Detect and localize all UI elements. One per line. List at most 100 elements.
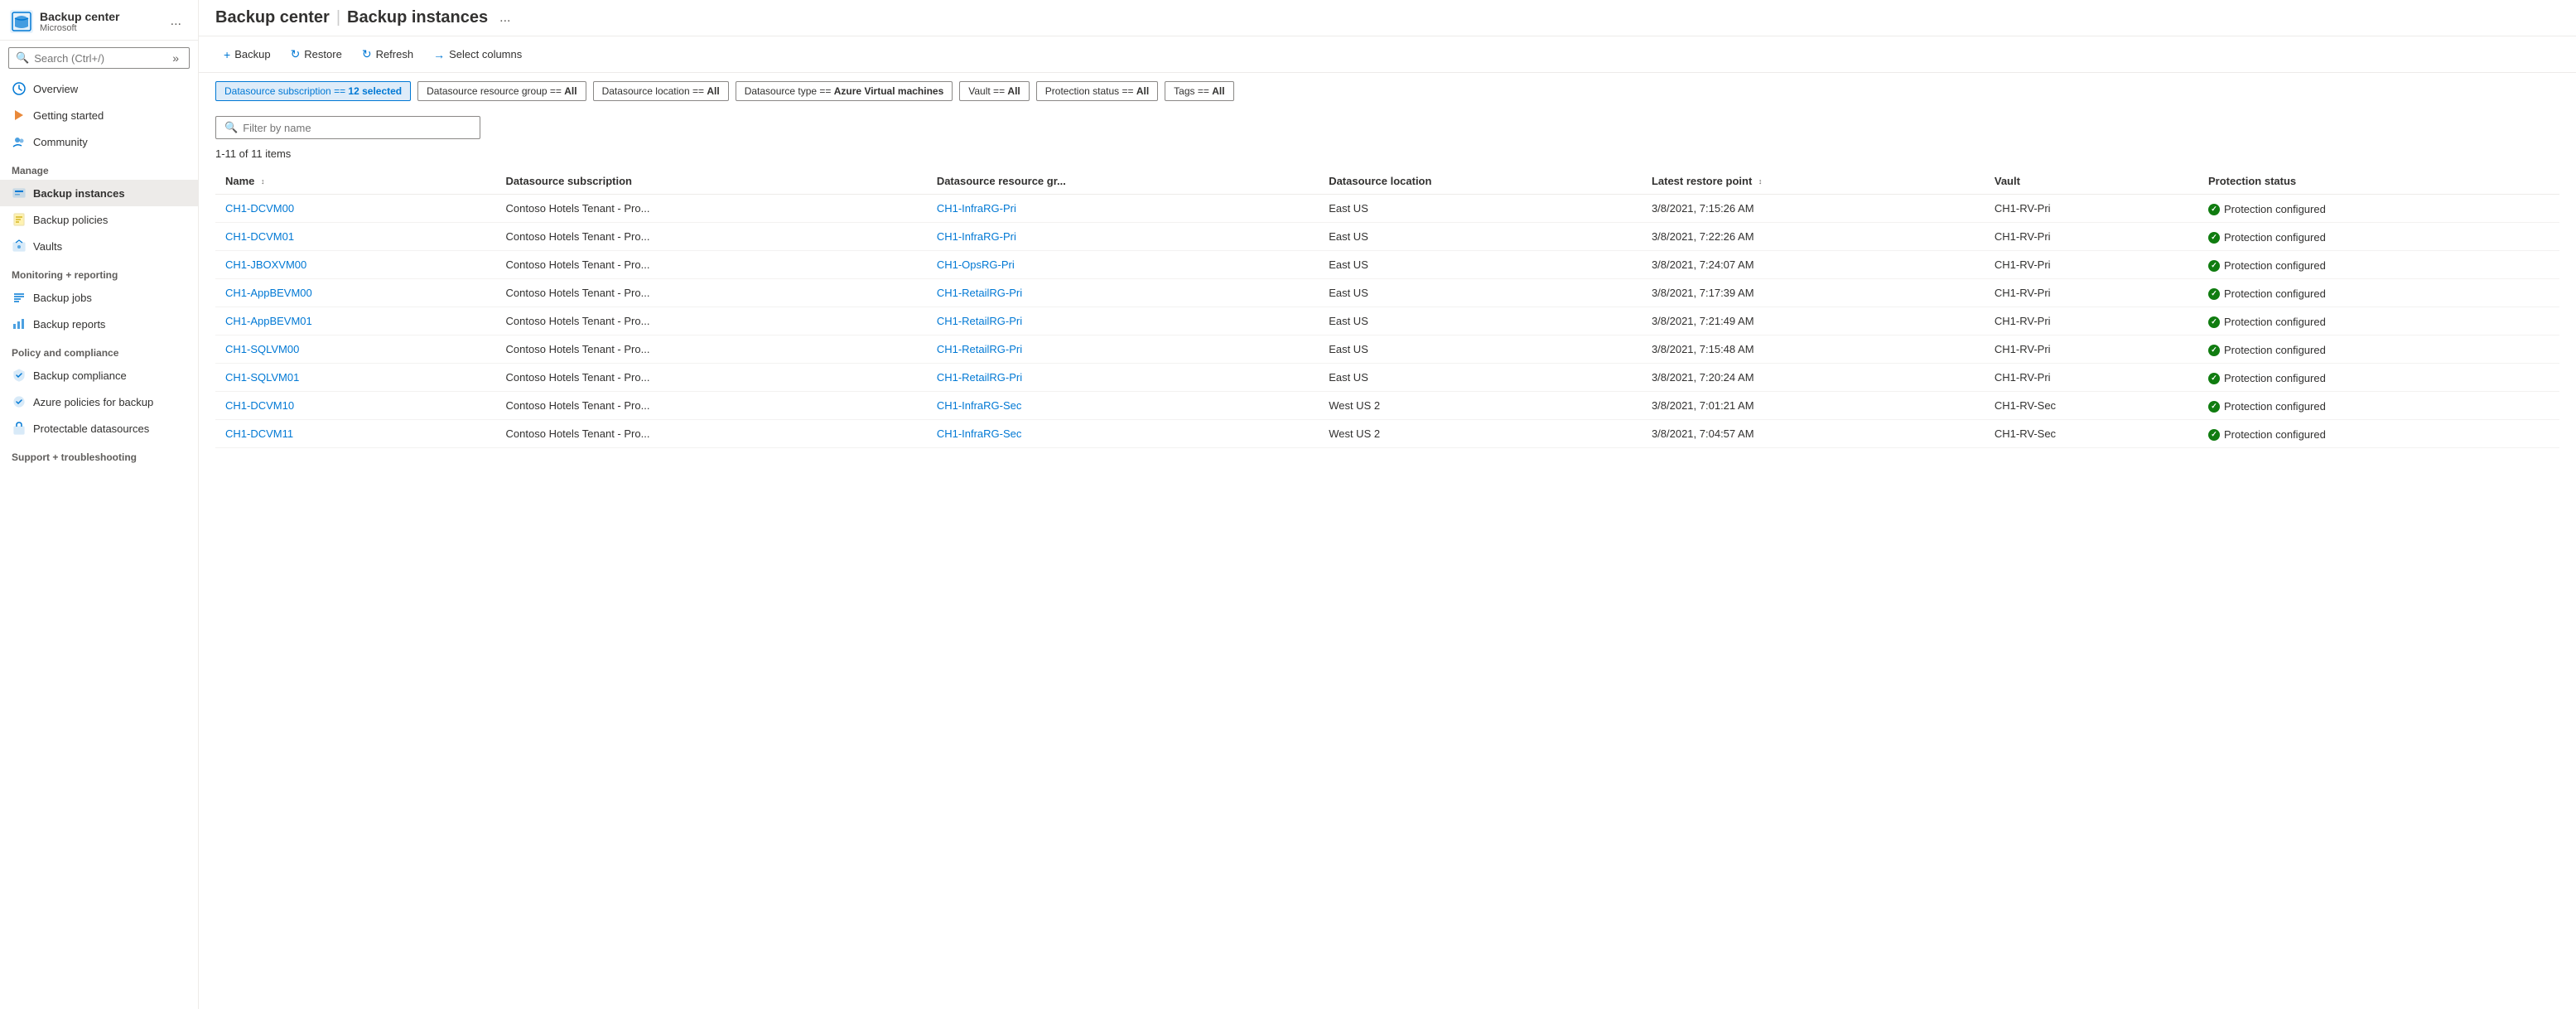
- cell-name[interactable]: CH1-DCVM00: [215, 195, 496, 223]
- cell-datasource-rg[interactable]: CH1-RetailRG-Pri: [927, 307, 1319, 336]
- restore-button[interactable]: ↻ Restore: [282, 43, 350, 65]
- cell-latest-restore: 3/8/2021, 7:20:24 AM: [1642, 364, 1985, 392]
- cell-name[interactable]: CH1-AppBEVM00: [215, 279, 496, 307]
- status-label: Protection configured: [2224, 428, 2326, 441]
- cell-name[interactable]: CH1-AppBEVM01: [215, 307, 496, 336]
- sidebar-item-backup-jobs[interactable]: Backup jobs: [0, 284, 198, 311]
- cell-latest-restore: 3/8/2021, 7:01:21 AM: [1642, 392, 1985, 420]
- filter-chip-vault[interactable]: Vault == All: [959, 81, 1030, 101]
- sidebar-item-backup-policies[interactable]: Backup policies: [0, 206, 198, 233]
- sidebar-title-group: Backup center Microsoft: [40, 10, 161, 33]
- sidebar-item-getting-started[interactable]: Getting started: [0, 102, 198, 128]
- filter-input-container[interactable]: 🔍: [215, 116, 480, 139]
- sidebar-item-backup-instances[interactable]: Backup instances: [0, 180, 198, 206]
- filter-chip-text: Protection status == All: [1045, 85, 1149, 97]
- select-columns-button[interactable]: → Select columns: [425, 44, 530, 65]
- cell-name[interactable]: CH1-JBOXVM00: [215, 251, 496, 279]
- cell-protection-status: Protection configured: [2198, 307, 2559, 336]
- cell-datasource-rg[interactable]: CH1-OpsRG-Pri: [927, 251, 1319, 279]
- cell-vault: CH1-RV-Pri: [1985, 279, 2198, 307]
- cell-name[interactable]: CH1-DCVM01: [215, 223, 496, 251]
- restore-icon: ↻: [291, 47, 301, 61]
- cell-protection-status: Protection configured: [2198, 223, 2559, 251]
- sidebar-item-overview[interactable]: Overview: [0, 75, 198, 102]
- cell-datasource-location: East US: [1319, 307, 1642, 336]
- cell-vault: CH1-RV-Sec: [1985, 420, 2198, 448]
- sidebar-item-community[interactable]: Community: [0, 128, 198, 155]
- status-dot: [2208, 260, 2220, 272]
- cell-datasource-rg[interactable]: CH1-RetailRG-Pri: [927, 279, 1319, 307]
- status-dot: [2208, 373, 2220, 384]
- backup-button[interactable]: + Backup: [215, 44, 279, 65]
- cell-datasource-location: East US: [1319, 223, 1642, 251]
- cell-protection-status: Protection configured: [2198, 364, 2559, 392]
- filter-chip-tags[interactable]: Tags == All: [1165, 81, 1233, 101]
- cell-vault: CH1-RV-Pri: [1985, 307, 2198, 336]
- table-row: CH1-DCVM10 Contoso Hotels Tenant - Pro..…: [215, 392, 2559, 420]
- cell-vault: CH1-RV-Pri: [1985, 336, 2198, 364]
- cell-datasource-sub: Contoso Hotels Tenant - Pro...: [496, 307, 927, 336]
- backup-instances-table: Name ↕ Datasource subscription Datasourc…: [215, 168, 2559, 448]
- filter-search-icon: 🔍: [224, 121, 238, 134]
- table-row: CH1-AppBEVM00 Contoso Hotels Tenant - Pr…: [215, 279, 2559, 307]
- search-bar[interactable]: 🔍 »: [8, 47, 190, 69]
- table-row: CH1-DCVM00 Contoso Hotels Tenant - Pro..…: [215, 195, 2559, 223]
- cell-datasource-rg[interactable]: CH1-RetailRG-Pri: [927, 336, 1319, 364]
- status-label: Protection configured: [2224, 316, 2326, 328]
- col-header-datasource-location: Datasource location: [1319, 168, 1642, 195]
- cell-protection-status: Protection configured: [2198, 251, 2559, 279]
- filter-by-name-input[interactable]: [243, 122, 471, 134]
- status-label: Protection configured: [2224, 372, 2326, 384]
- sort-icon-name[interactable]: ↕: [261, 178, 265, 186]
- status-badge: Protection configured: [2208, 316, 2326, 328]
- header-more-button[interactable]: ...: [494, 9, 515, 27]
- cell-vault: CH1-RV-Sec: [1985, 392, 2198, 420]
- search-input[interactable]: [34, 52, 164, 65]
- cell-name[interactable]: CH1-DCVM10: [215, 392, 496, 420]
- status-label: Protection configured: [2224, 203, 2326, 215]
- table-body: CH1-DCVM00 Contoso Hotels Tenant - Pro..…: [215, 195, 2559, 448]
- filter-chip-text: Datasource location == All: [602, 85, 720, 97]
- cell-datasource-rg[interactable]: CH1-RetailRG-Pri: [927, 364, 1319, 392]
- sidebar-item-vaults[interactable]: Vaults: [0, 233, 198, 259]
- page-header: Backup center | Backup instances ...: [199, 0, 2576, 36]
- filter-chip-datasource-subscription[interactable]: Datasource subscription == 12 selected: [215, 81, 411, 101]
- cell-name[interactable]: CH1-SQLVM00: [215, 336, 496, 364]
- filter-chip-datasource-rg[interactable]: Datasource resource group == All: [417, 81, 586, 101]
- cell-datasource-location: West US 2: [1319, 392, 1642, 420]
- cell-name[interactable]: CH1-DCVM11: [215, 420, 496, 448]
- azure-policies-icon: [12, 394, 27, 409]
- status-badge: Protection configured: [2208, 259, 2326, 272]
- cell-datasource-rg[interactable]: CH1-InfraRG-Sec: [927, 392, 1319, 420]
- status-dot: [2208, 345, 2220, 356]
- sidebar-item-backup-compliance[interactable]: Backup compliance: [0, 362, 198, 389]
- col-header-name: Name ↕: [215, 168, 496, 195]
- sidebar-item-protectable[interactable]: Protectable datasources: [0, 415, 198, 442]
- table-row: CH1-DCVM01 Contoso Hotels Tenant - Pro..…: [215, 223, 2559, 251]
- app-provider: Microsoft: [40, 23, 161, 33]
- cell-latest-restore: 3/8/2021, 7:15:48 AM: [1642, 336, 1985, 364]
- community-icon: [12, 134, 27, 149]
- status-badge: Protection configured: [2208, 372, 2326, 384]
- cell-datasource-sub: Contoso Hotels Tenant - Pro...: [496, 223, 927, 251]
- cell-datasource-rg[interactable]: CH1-InfraRG-Sec: [927, 420, 1319, 448]
- filter-chip-text: Datasource subscription == 12 selected: [224, 85, 402, 97]
- cell-latest-restore: 3/8/2021, 7:15:26 AM: [1642, 195, 1985, 223]
- collapse-icon[interactable]: »: [169, 51, 182, 65]
- refresh-button[interactable]: ↻ Refresh: [354, 43, 422, 65]
- cell-name[interactable]: CH1-SQLVM01: [215, 364, 496, 392]
- filter-chip-datasource-location[interactable]: Datasource location == All: [593, 81, 729, 101]
- sidebar-item-backup-reports[interactable]: Backup reports: [0, 311, 198, 337]
- sidebar-more-button[interactable]: ...: [167, 12, 185, 31]
- filter-chip-text: Datasource resource group == All: [427, 85, 576, 97]
- sidebar-header: Backup center Microsoft ...: [0, 0, 198, 41]
- sidebar-item-azure-policies[interactable]: Azure policies for backup: [0, 389, 198, 415]
- cell-protection-status: Protection configured: [2198, 195, 2559, 223]
- cell-datasource-rg[interactable]: CH1-InfraRG-Pri: [927, 223, 1319, 251]
- sort-icon-restore[interactable]: ↕: [1758, 178, 1763, 186]
- cell-datasource-location: West US 2: [1319, 420, 1642, 448]
- cell-datasource-sub: Contoso Hotels Tenant - Pro...: [496, 336, 927, 364]
- filter-chip-datasource-type[interactable]: Datasource type == Azure Virtual machine…: [736, 81, 953, 101]
- filter-chip-protection-status[interactable]: Protection status == All: [1036, 81, 1158, 101]
- cell-datasource-rg[interactable]: CH1-InfraRG-Pri: [927, 195, 1319, 223]
